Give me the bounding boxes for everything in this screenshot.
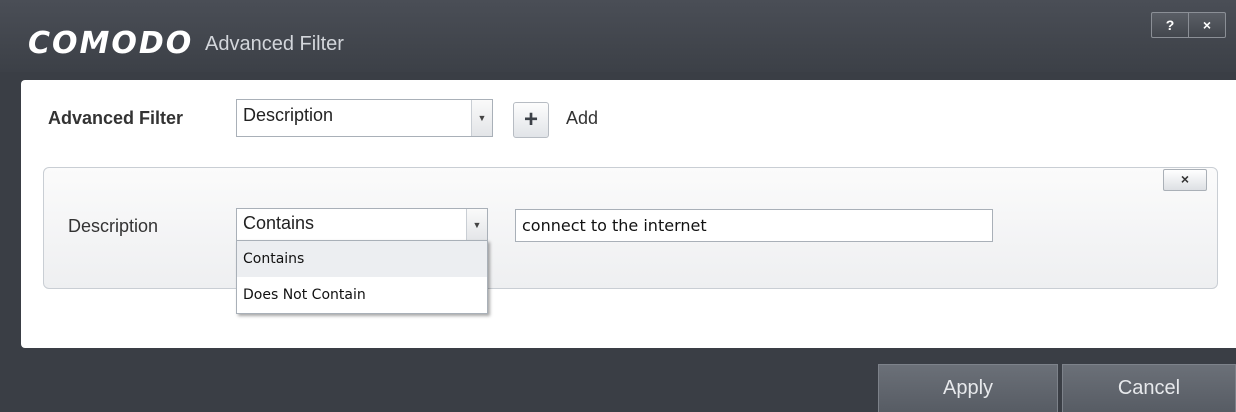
- apply-button[interactable]: Apply: [878, 364, 1058, 412]
- operator-value: Contains: [243, 213, 315, 233]
- remove-condition-button[interactable]: ×: [1163, 169, 1207, 191]
- plus-icon: +: [523, 106, 538, 133]
- help-button[interactable]: ?: [1152, 13, 1188, 37]
- window-controls: ? ×: [1151, 12, 1226, 38]
- add-filter-label[interactable]: Add: [566, 108, 598, 129]
- filter-panel: Advanced Filter Description ▼ + Add × De…: [21, 80, 1236, 348]
- window-title: Advanced Filter: [205, 33, 344, 55]
- advanced-filter-window: COMODO Advanced Filter ? × Advanced Filt…: [0, 0, 1236, 412]
- operator-dropdown-list: Contains Does Not Contain: [236, 240, 488, 314]
- cancel-button[interactable]: Cancel: [1062, 364, 1236, 412]
- chevron-down-icon[interactable]: ▼: [471, 100, 492, 136]
- filter-field-value: Description: [243, 105, 334, 125]
- add-filter-button[interactable]: +: [513, 102, 549, 138]
- comodo-logo: COMODO: [28, 26, 194, 61]
- condition-text-input[interactable]: connect to the internet: [515, 209, 993, 242]
- dropdown-option-does-not-contain[interactable]: Does Not Contain: [237, 277, 487, 313]
- advanced-filter-label: Advanced Filter: [48, 108, 184, 128]
- chevron-down-icon[interactable]: ▼: [466, 209, 487, 241]
- close-button[interactable]: ×: [1188, 13, 1225, 37]
- condition-operator-select[interactable]: Contains ▼: [236, 208, 488, 242]
- condition-field-label: Description: [68, 216, 159, 236]
- title-bar: COMODO Advanced Filter ? ×: [0, 0, 1236, 72]
- dropdown-option-contains[interactable]: Contains: [237, 241, 487, 277]
- filter-field-select[interactable]: Description ▼: [236, 99, 493, 137]
